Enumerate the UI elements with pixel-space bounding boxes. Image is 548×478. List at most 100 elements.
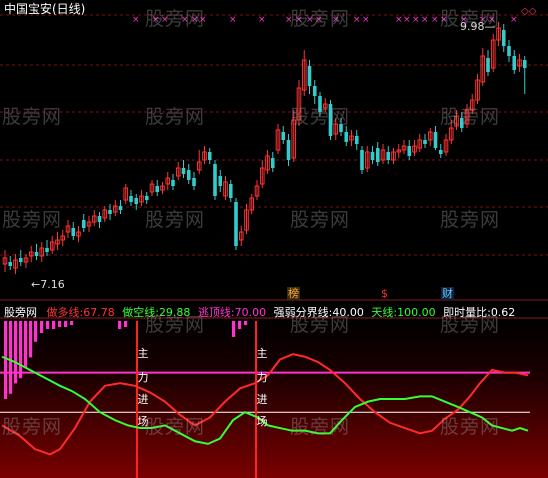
top-marker-icon: × (332, 15, 340, 25)
top-marker-icon: × (258, 15, 266, 25)
candle-body-down (181, 168, 186, 174)
top-marker-icon: × (431, 15, 439, 25)
candle-body-down (129, 196, 133, 202)
entry-char-3: 进 (256, 393, 268, 406)
volume-bar (124, 321, 128, 327)
candle-body-down (192, 178, 196, 186)
top-marker-icon: × (306, 15, 314, 25)
volume-bar (232, 321, 236, 337)
candle-body-down (360, 150, 364, 170)
candle-body-down (45, 248, 49, 252)
candle-body-down (207, 152, 212, 160)
top-marker-icon: × (161, 15, 169, 25)
candle-body-down (281, 132, 286, 140)
candle-body-down (108, 210, 112, 214)
escape-line-label: 逃顶线: (197, 306, 235, 319)
candle-body-down (407, 146, 412, 156)
long-line-label: 做多线: (46, 306, 84, 319)
volume-bar (19, 321, 23, 379)
volume-bar (40, 321, 44, 333)
short-line-value: 29.88 (158, 306, 191, 319)
volume-bar (118, 321, 122, 329)
chart-window: × × × × × × × × × × × × × × × × × × × × × × × × × 中国宝安(日线) 9.98—… (0, 0, 548, 478)
entry-char-2: 力 (256, 371, 268, 384)
indicator-header: 股旁网 做多线:67.78 做空线:29.88 逃顶线:70.00 强弱分界线:… (4, 304, 515, 320)
high-price-label: 9.98— (460, 20, 496, 33)
candle-body-down (354, 136, 359, 144)
top-marker-icon: × (132, 15, 140, 25)
top-marker-icon: × (403, 15, 411, 25)
diamond-icons: ◇◇ (521, 6, 537, 17)
entry-char-4: 场 (137, 415, 149, 428)
candle-body-down (186, 170, 191, 180)
boundary-line-label: 强弱分界线: (273, 306, 333, 319)
volume-bar (14, 321, 18, 384)
candle-body-down (423, 140, 427, 144)
candle-body-down (522, 60, 527, 68)
top-marker-icon: × (412, 15, 420, 25)
top-marker-icon: × (285, 15, 293, 25)
volume-bar (244, 321, 248, 325)
entry-char-1: 主 (256, 347, 268, 360)
volume-bar (58, 321, 62, 327)
volume-bar (238, 321, 242, 329)
candle-body-down (213, 164, 217, 196)
short-line-label: 做空线: (122, 306, 159, 319)
volume-bar (29, 321, 33, 358)
top-marker-icon: × (421, 15, 429, 25)
top-marker-icon: × (315, 15, 323, 25)
kline-chart[interactable]: × × × × × × × × × × × × × × × × × × × × × × × × × (0, 0, 548, 478)
indicator-name: 股旁网 (4, 306, 37, 319)
top-marker-icon: × (181, 15, 189, 25)
candle-body-down (155, 186, 160, 192)
top-marker-icon: × (362, 15, 370, 25)
candle-body-down (71, 228, 76, 236)
volume-bar (52, 321, 56, 329)
long-line-value: 67.78 (83, 306, 115, 319)
escape-line-value: 70.00 (234, 306, 267, 319)
top-marker-icon: × (510, 15, 518, 25)
candle-body-down (97, 216, 102, 222)
candle-body-down (318, 96, 322, 112)
candle-body-down (459, 118, 464, 128)
top-marker-icon: × (152, 15, 160, 25)
candle-body-down (507, 46, 511, 56)
candle-body-down (218, 176, 223, 186)
candle-body-down (228, 184, 233, 198)
candle-body-down (171, 180, 175, 186)
bang-tag[interactable]: 榜 (287, 287, 300, 300)
top-marker-icon: × (295, 15, 303, 25)
candle-body-down (286, 140, 291, 160)
volume-bar (46, 321, 50, 329)
low-price-label: ←7.16 (31, 278, 65, 291)
candle-body-down (512, 56, 517, 70)
dollar-tag[interactable]: $ (380, 287, 389, 300)
candle-body-down (375, 148, 380, 162)
top-marker-icon: × (440, 15, 448, 25)
candle-body-down (339, 124, 343, 132)
candle-body-down (438, 150, 443, 154)
candle-body-down (328, 104, 333, 136)
candle-body-down (81, 220, 86, 228)
candle-body-down (270, 158, 275, 168)
boundary-line-value: 40.00 (332, 306, 364, 319)
volume-bar (24, 321, 28, 368)
cai-tag[interactable]: 财 (441, 287, 454, 300)
top-marker-icon: × (191, 15, 199, 25)
volume-bar (9, 321, 13, 394)
top-marker-icon: × (353, 15, 361, 25)
entry-char-4: 场 (256, 415, 268, 428)
candle-body-down (312, 86, 317, 96)
candle-body-down (118, 206, 123, 210)
volume-bar (34, 321, 38, 342)
volume-bar (64, 321, 68, 327)
candle-body-down (344, 132, 349, 142)
entry-char-3: 进 (137, 393, 149, 406)
volume-ratio-value: 0.62 (490, 306, 516, 319)
volume-bar (70, 321, 74, 325)
top-marker-icon: × (395, 15, 403, 25)
candle-body-down (386, 152, 391, 160)
volume-bar (4, 321, 8, 399)
candle-body-down (370, 152, 375, 160)
candle-body-down (18, 258, 23, 262)
